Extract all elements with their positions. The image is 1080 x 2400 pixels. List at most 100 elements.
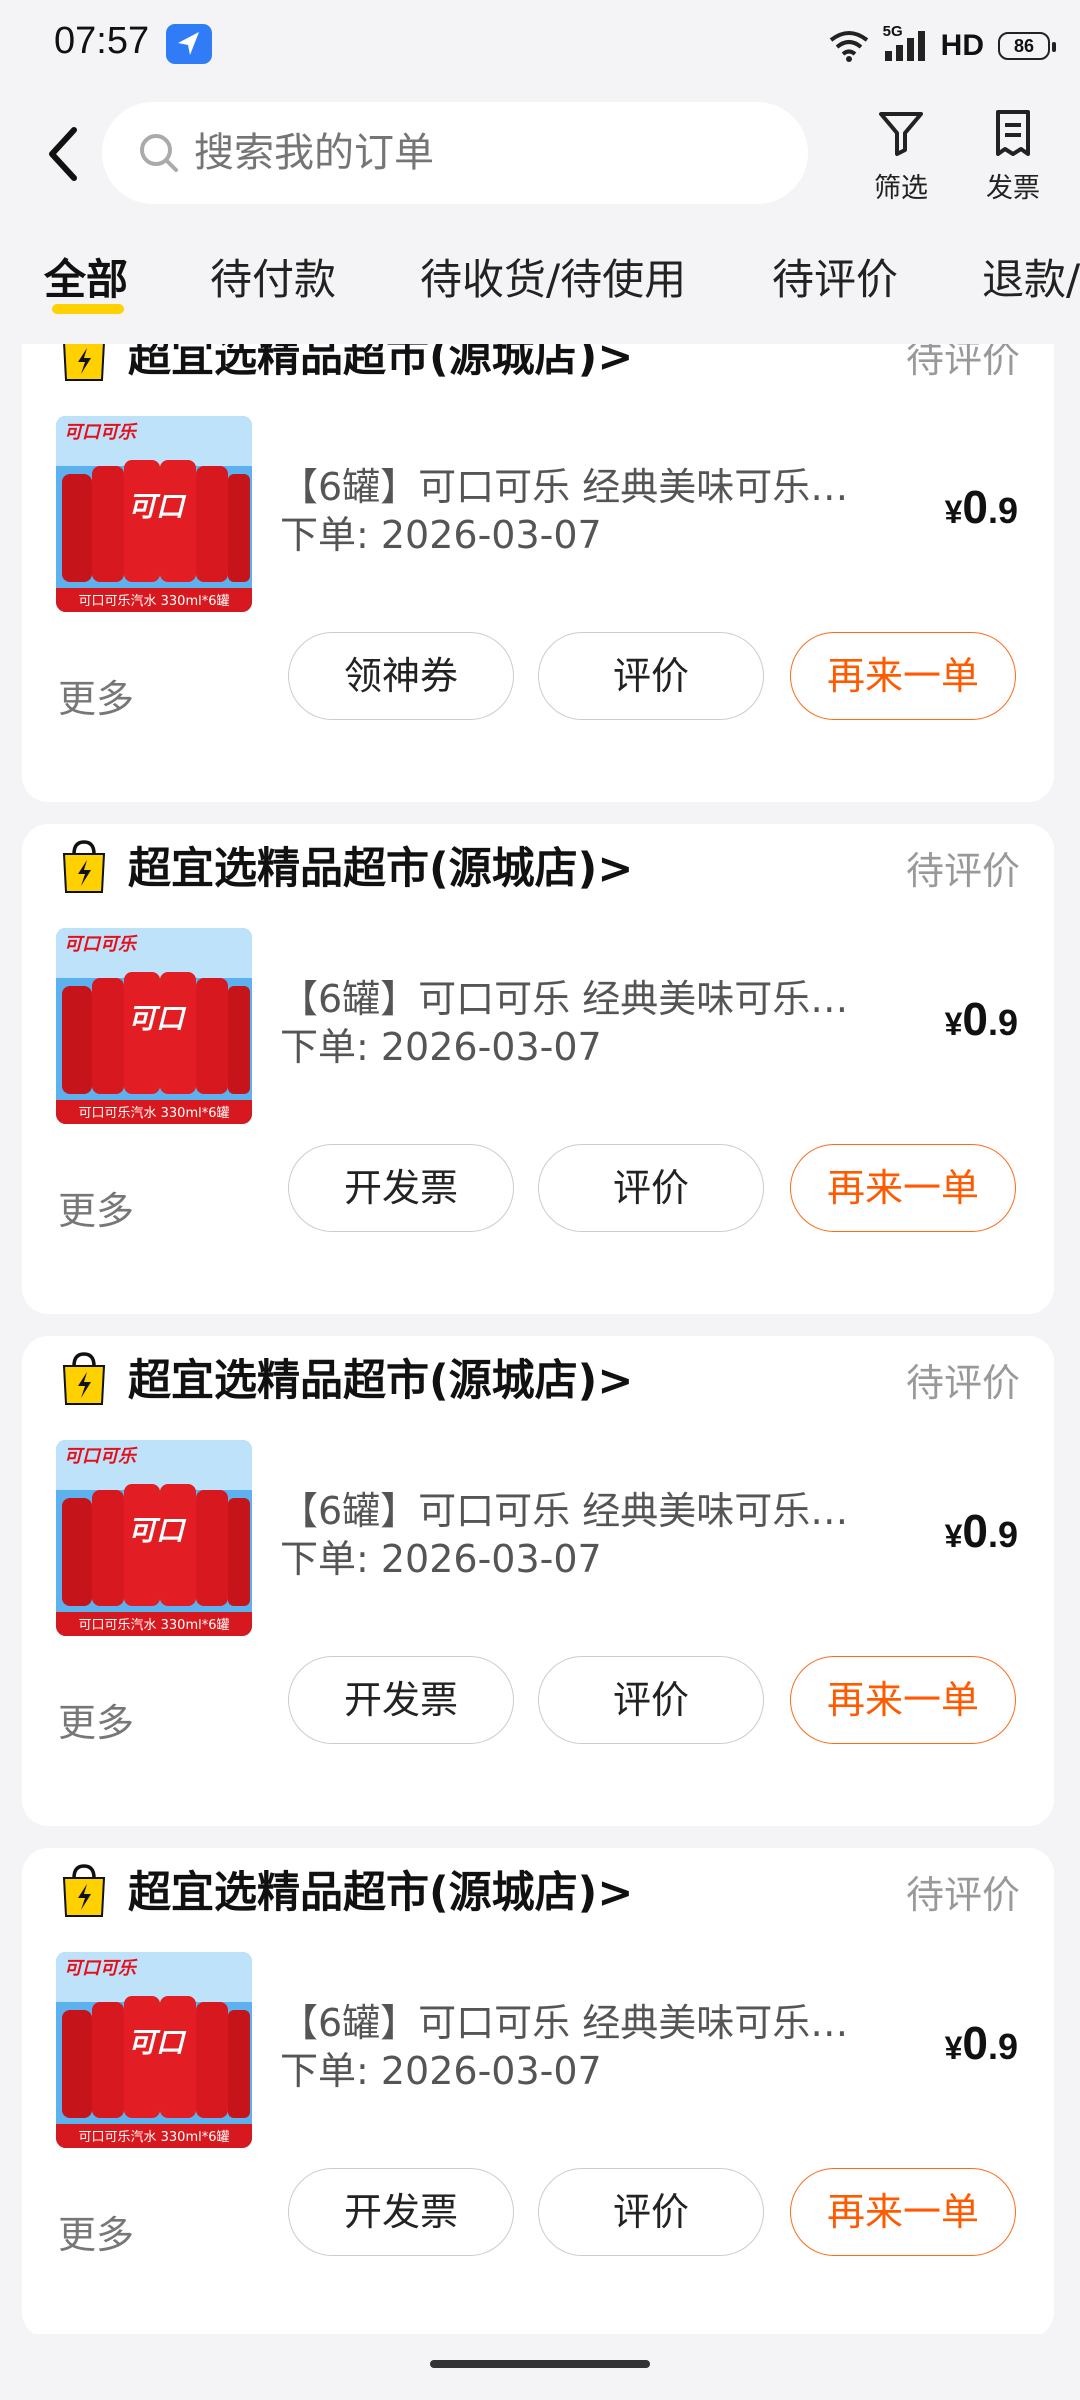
svg-text:可口可乐: 可口可乐 [64,1446,138,1467]
price-decimal: .9 [987,2026,1018,2067]
price-integer: 0 [962,2017,988,2069]
price-decimal: .9 [987,1514,1018,1555]
order-status: 待评价 [905,344,1020,381]
svg-text:可口可乐: 可口可乐 [64,934,138,955]
claim-coupon-button[interactable]: 领神券 [288,632,514,720]
invoice-button[interactable]: 发票 [968,108,1058,205]
price-currency: ¥ [944,1518,963,1554]
filter-label: 筛选 [874,173,928,204]
invoice-request-button[interactable]: 开发票 [288,1656,514,1744]
tab-pending-payment[interactable]: 待付款 [210,246,336,307]
reorder-button[interactable]: 再来一单 [790,632,1016,720]
review-button[interactable]: 评价 [538,2168,764,2256]
more-link[interactable]: 更多 [58,1180,134,1235]
order-card[interactable]: 超宜选精品超市(源城店)> 待评价 可口可乐 可口 可口可乐汽水 330ml*6… [22,824,1054,1314]
reorder-button[interactable]: 再来一单 [790,2168,1016,2256]
thumbnail-caption: 可口可乐汽水 330ml*6罐 [79,1618,230,1633]
home-indicator[interactable] [430,2360,650,2368]
product-title[interactable]: 【6罐】可口可乐 经典美味可乐汽水 330ml*6罐 [280,968,880,1023]
shopping-bag-icon [58,1350,110,1406]
shop-name-link[interactable]: 超宜选精品超市(源城店)> [128,1858,633,1920]
svg-text:可口可乐: 可口可乐 [64,1958,138,1979]
price-integer: 0 [962,993,988,1045]
price-decimal: .9 [987,1002,1018,1043]
order-price: ¥0.9 [945,1504,1018,1558]
price-currency: ¥ [944,2030,963,2066]
product-thumbnail[interactable]: 可口可乐 可口 可口可乐汽水 330ml*6罐 [56,928,252,1124]
price-integer: 0 [962,1505,988,1557]
order-date: 下单: 2026-03-07 [280,2049,602,2093]
svg-text:可口可乐: 可口可乐 [64,422,138,443]
order-list: 超宜选精品超市(源城店)> 待评价 可口可乐 可口 可口可乐汽水 330ml*6… [0,344,1080,2334]
chevron-left-icon [49,127,77,181]
price-currency: ¥ [944,1006,963,1042]
invoice-label: 发票 [986,173,1040,204]
tab-pending-review[interactable]: 待评价 [772,246,898,307]
product-title[interactable]: 【6罐】可口可乐 经典美味可乐汽水 330ml*6罐 [280,456,880,511]
order-date: 下单: 2026-03-07 [280,513,602,557]
svg-text:可口: 可口 [128,490,187,523]
product-thumbnail[interactable]: 可口可乐 可口 可口可乐汽水 330ml*6罐 [56,1952,252,2148]
more-link[interactable]: 更多 [58,2204,134,2259]
chevron-right-icon: > [597,1356,634,1406]
tab-all[interactable]: 全部 [44,246,128,307]
order-tabs: 全部 待付款 待收货/待使用 待评价 退款/ [0,232,1080,332]
shop-name: 超宜选精品超市(源城店) [128,344,598,382]
shop-name: 超宜选精品超市(源城店) [128,1868,598,1918]
more-link[interactable]: 更多 [58,668,134,723]
order-price: ¥0.9 [945,480,1018,534]
reorder-button[interactable]: 再来一单 [790,1656,1016,1744]
product-thumbnail[interactable]: 可口可乐 可口 可口可乐汽水 330ml*6罐 [56,416,252,612]
search-bar[interactable] [102,102,808,204]
navigation-arrow-icon [166,24,212,64]
funnel-icon [879,112,923,156]
shopping-bag-icon [58,838,110,894]
svg-text:可口: 可口 [128,1514,187,1547]
filter-button[interactable]: 筛选 [856,108,946,205]
shopping-bag-icon [58,1862,110,1918]
shop-name-link[interactable]: 超宜选精品超市(源城店)> [128,344,633,384]
invoice-request-button[interactable]: 开发票 [288,2168,514,2256]
order-card[interactable]: 超宜选精品超市(源城店)> 待评价 可口可乐 可口 可口可乐汽水 330ml*6… [22,344,1054,802]
status-bar: 07:57 5G HD 86 [0,0,1080,92]
order-price: ¥0.9 [945,2016,1018,2070]
chevron-right-icon: > [597,344,634,382]
product-title[interactable]: 【6罐】可口可乐 经典美味可乐汽水 330ml*6罐 [280,1992,880,2047]
price-integer: 0 [962,481,988,533]
shop-name: 超宜选精品超市(源城店) [128,844,598,894]
order-card[interactable]: 超宜选精品超市(源城店)> 待评价 可口可乐 可口 可口可乐汽水 330ml*6… [22,1848,1054,2334]
reorder-button[interactable]: 再来一单 [790,1144,1016,1232]
shop-name-link[interactable]: 超宜选精品超市(源城店)> [128,1346,633,1408]
search-icon [140,134,178,172]
order-price: ¥0.9 [945,992,1018,1046]
product-title[interactable]: 【6罐】可口可乐 经典美味可乐汽水 330ml*6罐 [280,1480,880,1535]
chevron-right-icon: > [597,844,634,894]
tab-refund[interactable]: 退款/ [982,246,1080,307]
order-status: 待评价 [905,1361,1020,1405]
receipt-icon [996,110,1030,156]
search-input[interactable] [194,102,754,204]
order-status: 待评价 [905,849,1020,893]
review-button[interactable]: 评价 [538,1144,764,1232]
order-date: 下单: 2026-03-07 [280,1025,602,1069]
shop-name-link[interactable]: 超宜选精品超市(源城店)> [128,834,633,896]
shop-name: 超宜选精品超市(源城店) [128,1356,598,1406]
review-button[interactable]: 评价 [538,632,764,720]
more-link[interactable]: 更多 [58,1692,134,1747]
status-icons: 5G HD 86 [829,22,1056,70]
tab-pending-receipt[interactable]: 待收货/待使用 [420,246,686,307]
thumbnail-caption: 可口可乐汽水 330ml*6罐 [79,2130,230,2145]
product-thumbnail[interactable]: 可口可乐 可口 可口可乐汽水 330ml*6罐 [56,1440,252,1636]
back-button[interactable] [40,124,90,184]
thumbnail-caption: 可口可乐汽水 330ml*6罐 [79,1106,230,1121]
active-tab-indicator [52,304,124,314]
svg-text:可口: 可口 [128,2026,187,2059]
chevron-right-icon: > [597,1868,634,1918]
review-button[interactable]: 评价 [538,1656,764,1744]
battery-level: 86 [1013,35,1035,56]
header: 筛选 发票 [0,92,1080,222]
cellular-signal-icon: 5G [883,23,927,63]
invoice-request-button[interactable]: 开发票 [288,1144,514,1232]
order-card[interactable]: 超宜选精品超市(源城店)> 待评价 可口可乐 可口 可口可乐汽水 330ml*6… [22,1336,1054,1826]
shopping-bag-icon [58,344,110,382]
